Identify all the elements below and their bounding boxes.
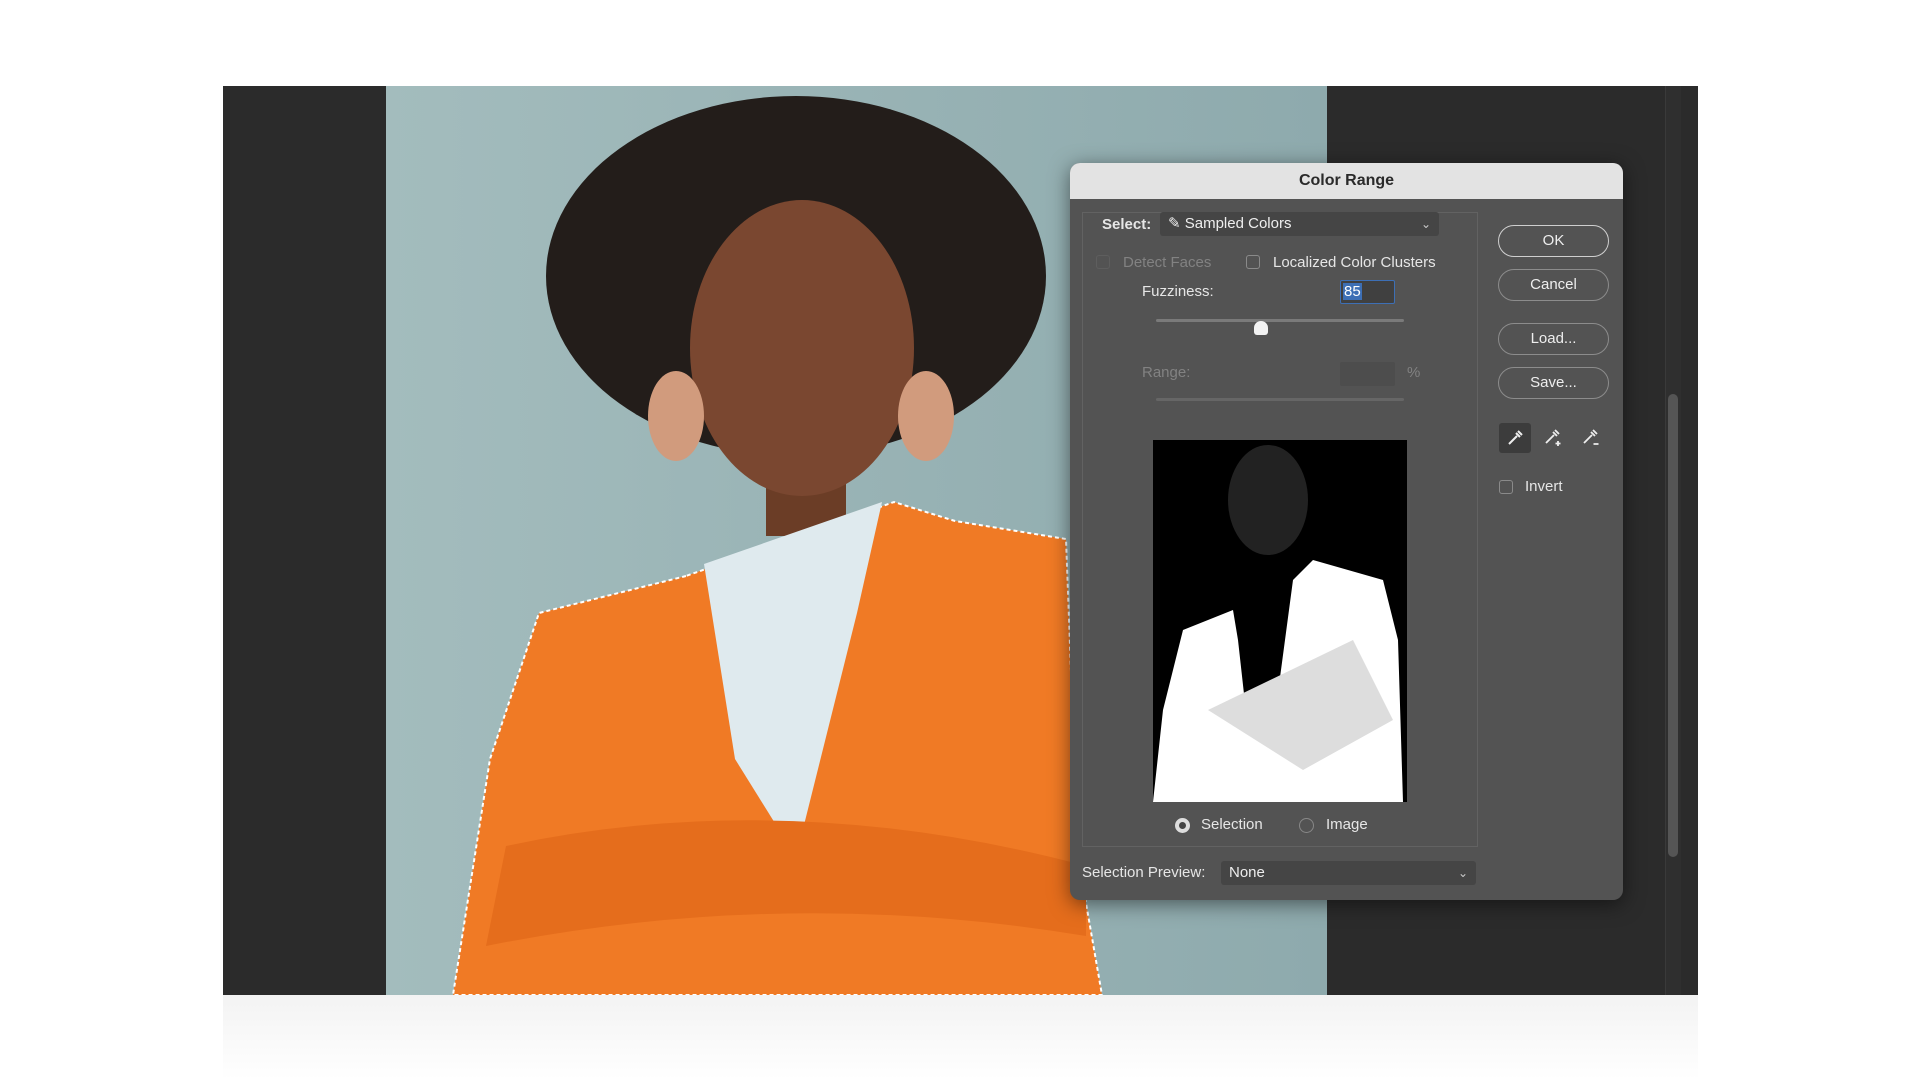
- reflection: [223, 995, 1698, 1080]
- selection-radio-label: Selection: [1201, 816, 1263, 833]
- chevron-down-icon: ⌄: [1457, 866, 1468, 880]
- cancel-button[interactable]: Cancel: [1498, 269, 1609, 301]
- detect-faces-checkbox[interactable]: [1096, 255, 1110, 269]
- image-radio[interactable]: [1299, 818, 1314, 833]
- selection-preview-dropdown[interactable]: None ⌄: [1221, 861, 1476, 885]
- eyedropper-icon[interactable]: [1499, 423, 1531, 453]
- eyedropper-icon: ✎: [1168, 215, 1181, 232]
- color-range-dialog: Color Range Select: ✎ Sampled Colors ⌄ D…: [1070, 163, 1623, 900]
- fuzziness-label: Fuzziness:: [1142, 283, 1214, 300]
- ok-button[interactable]: OK: [1498, 225, 1609, 257]
- eyedropper-plus-icon[interactable]: [1537, 423, 1569, 453]
- localized-clusters-label: Localized Color Clusters: [1273, 254, 1436, 271]
- chevron-down-icon: ⌄: [1420, 217, 1431, 231]
- save-button[interactable]: Save...: [1498, 367, 1609, 399]
- selection-radio[interactable]: [1175, 818, 1190, 833]
- fuzziness-value: 85: [1343, 283, 1362, 300]
- eyedropper-minus-icon[interactable]: [1575, 423, 1607, 453]
- range-slider: [1156, 398, 1404, 401]
- select-label: Select:: [1102, 216, 1152, 233]
- selection-preview-value: None: [1229, 864, 1265, 881]
- invert-label: Invert: [1525, 478, 1563, 495]
- localized-clusters-checkbox[interactable]: [1246, 255, 1260, 269]
- detect-faces-label: Detect Faces: [1123, 254, 1212, 271]
- load-button[interactable]: Load...: [1498, 323, 1609, 355]
- select-value: Sampled Colors: [1184, 215, 1292, 232]
- fuzziness-slider[interactable]: [1156, 319, 1404, 322]
- selection-preview-label: Selection Preview:: [1082, 864, 1206, 881]
- selection-preview-image[interactable]: [1153, 440, 1407, 802]
- dialog-title: Color Range: [1070, 163, 1623, 199]
- fuzziness-slider-thumb[interactable]: [1254, 321, 1268, 335]
- select-dropdown[interactable]: ✎ Sampled Colors ⌄: [1160, 212, 1439, 236]
- range-unit: %: [1407, 364, 1421, 381]
- invert-checkbox[interactable]: [1499, 480, 1513, 494]
- image-radio-label: Image: [1326, 816, 1368, 833]
- range-label: Range:: [1142, 364, 1191, 381]
- fuzziness-input[interactable]: 85: [1340, 280, 1395, 304]
- scrollbar-thumb[interactable]: [1668, 394, 1678, 857]
- range-input: [1340, 362, 1395, 386]
